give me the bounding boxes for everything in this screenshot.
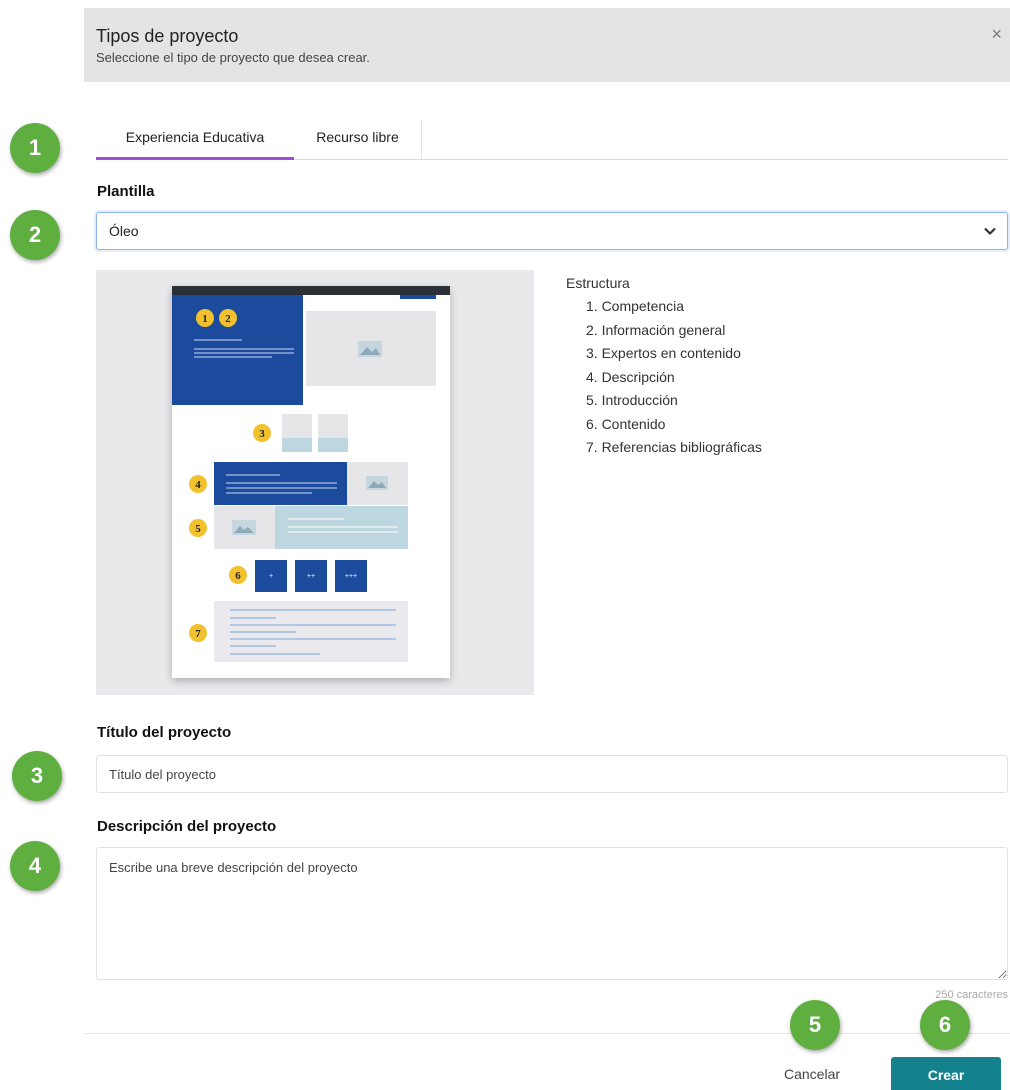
- structure-item: 7. Referencias bibliográficas: [586, 439, 762, 455]
- project-title-label: Título del proyecto: [97, 724, 232, 741]
- svg-text:7: 7: [195, 628, 201, 640]
- annotation-marker-6: 6: [920, 1000, 970, 1050]
- image-placeholder-icon: [366, 476, 388, 490]
- project-description-textarea[interactable]: [96, 847, 1008, 980]
- dialog-title: Tipos de proyecto: [96, 26, 239, 46]
- preview-badge-3: 3: [253, 424, 271, 442]
- image-placeholder-icon: [358, 341, 382, 357]
- template-select[interactable]: Óleo: [96, 212, 1008, 250]
- template-label: Plantilla: [97, 183, 155, 200]
- structure-item: 6. Contenido: [586, 415, 666, 432]
- structure-item: 3. Expertos en contenido: [586, 345, 741, 361]
- preview-content-button-3: +++: [335, 560, 367, 592]
- svg-text:2: 2: [225, 313, 231, 325]
- tab-experiencia-educativa[interactable]: Experiencia Educativa: [96, 120, 294, 160]
- structure-item: 4. Descripción: [586, 368, 675, 385]
- template-preview: 1 2 3 4 5 6 7 + ++ +++: [96, 270, 534, 695]
- project-title-input[interactable]: [96, 755, 1008, 793]
- svg-text:6: 6: [235, 570, 241, 582]
- close-icon[interactable]: ×: [991, 24, 1002, 45]
- svg-text:5: 5: [195, 523, 201, 535]
- structure-item: 5. Introducción: [586, 392, 678, 408]
- annotation-marker-1: 1: [10, 123, 60, 173]
- image-placeholder-icon: [232, 520, 256, 535]
- project-type-tabs: Experiencia Educativa Recurso libre: [96, 120, 1008, 160]
- structure-title: Estructura: [566, 275, 630, 291]
- structure-item: 1. Competencia: [586, 298, 685, 314]
- preview-content-button-2: ++: [295, 560, 327, 592]
- annotation-marker-4: 4: [10, 841, 60, 891]
- preview-badge-2: 2: [219, 309, 237, 327]
- dialog-subtitle: Seleccione el tipo de proyecto que desea…: [96, 50, 370, 65]
- svg-text:3: 3: [259, 428, 265, 440]
- svg-text:1: 1: [202, 313, 208, 325]
- preview-badge-5: 5: [189, 519, 207, 537]
- svg-text:+: +: [269, 573, 273, 580]
- structure-item: 2. Información general: [586, 321, 726, 338]
- project-description-label: Descripción del proyecto: [97, 818, 277, 835]
- structure-list: Estructura 1. Competencia 2. Información…: [566, 275, 762, 460]
- template-preview-page: 1 2 3 4 5 6 7 + ++ +++: [172, 286, 450, 678]
- preview-badge-7: 7: [189, 624, 207, 642]
- chevron-down-icon: [984, 227, 996, 236]
- preview-content-button-1: +: [255, 560, 287, 592]
- annotation-marker-5: 5: [790, 1000, 840, 1050]
- tab-recurso-libre[interactable]: Recurso libre: [294, 120, 422, 160]
- svg-text:++: ++: [307, 573, 315, 580]
- cancel-button[interactable]: Cancelar: [772, 1057, 852, 1090]
- svg-text:4: 4: [195, 479, 201, 491]
- footer-divider: [84, 1033, 1010, 1034]
- svg-text:+++: +++: [345, 573, 357, 580]
- preview-badge-4: 4: [189, 475, 207, 493]
- dialog-header: Tipos de proyecto Seleccione el tipo de …: [84, 8, 1010, 82]
- create-button[interactable]: Crear: [891, 1057, 1001, 1090]
- template-selected-value: Óleo: [109, 223, 139, 239]
- preview-badge-1: 1: [196, 309, 214, 327]
- annotation-marker-2: 2: [10, 210, 60, 260]
- annotation-marker-3: 3: [12, 751, 62, 801]
- preview-badge-6: 6: [229, 566, 247, 584]
- template-preview-illustration: 1 2 3 4 5 6 7 + ++ +++: [172, 286, 450, 662]
